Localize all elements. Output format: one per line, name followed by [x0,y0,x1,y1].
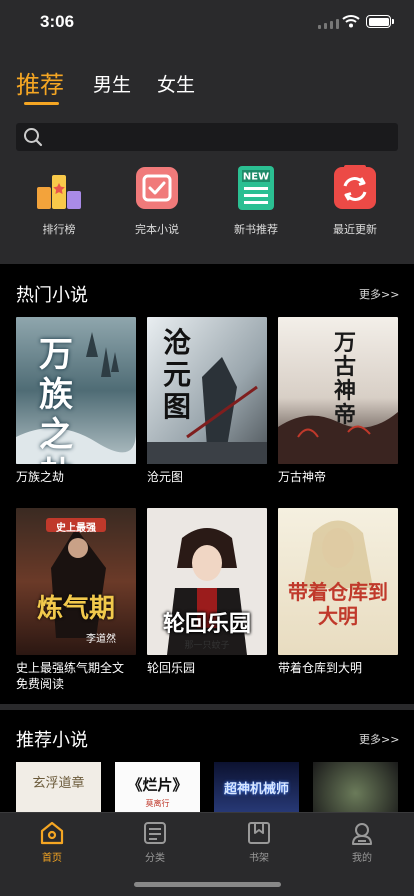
book-title-line1: 史上最强练气期全文 [16,661,125,675]
home-icon [40,821,64,845]
hot-section-title: 热门小说 [16,285,88,306]
profile-icon [352,823,372,845]
cover-title-text: 带着仓库到大明 [288,580,388,628]
quick-link-label: 完本小说 [135,223,179,236]
recent-update-icon [334,165,376,209]
recommend-section-title: 推荐小说 [16,730,88,751]
cover-title-text: 沧元图 [162,326,191,423]
cover-author-text: 李道然 [86,634,116,645]
cover-banner-text: 史上最强 [56,523,96,534]
cover-title-text: 轮回乐园 [162,611,251,637]
search-icon [24,128,43,147]
recommend-more-link[interactable]: 更多>> [359,731,399,747]
cellular-signal-icon [318,19,339,29]
cover-title-text: 玄浮道章 [32,776,85,791]
book-card[interactable]: 史上最强 炼气期 李道然 史上最强练气期全文 免费阅读 [16,508,136,692]
battery-icon [366,15,394,28]
tab-profile[interactable]: 我的 [327,820,397,864]
quick-link-label: 新书推荐 [234,223,278,236]
quick-link-completed[interactable]: 完本小说 [117,165,197,237]
book-cover[interactable]: 玄浮道章 [16,762,101,814]
search-input[interactable] [16,123,398,151]
cover-title-text: 《烂片》 [127,776,188,794]
book-cover: 沧元图 [147,317,267,464]
section-divider [0,704,414,710]
quick-link-label: 排行榜 [42,223,76,236]
book-card[interactable]: 万族之劫 万族之劫 [16,317,136,485]
book-title: 万古神帝 [278,470,327,484]
new-badge-text: NEW [243,172,269,183]
bookshelf-icon [248,822,270,844]
cover-author-text: 莫离行 [145,799,170,808]
wifi-icon [342,15,360,28]
book-title: 万族之劫 [16,470,65,484]
category-icon [144,822,166,844]
status-time: 3:06 [40,12,75,31]
status-bar: 3:06 [0,0,414,44]
book-cover: 史上最强 炼气期 李道然 [16,508,136,655]
tab-category[interactable]: 分类 [120,820,190,864]
section-divider [0,258,414,264]
cover-title-text: 万族之劫 [39,335,73,464]
tab-label: 书架 [249,853,269,864]
book-cover[interactable] [313,762,398,814]
book-cover: 万族之劫 [16,317,136,464]
book-cover[interactable]: 《烂片》 莫离行 [115,762,200,814]
tab-home[interactable]: 首页 [17,820,87,864]
cover-title-text: 超神机械师 [223,782,289,797]
book-card[interactable]: 沧元图 沧元图 [147,317,267,485]
book-cover[interactable]: 超神机械师 [214,762,299,814]
header-panel: 推荐 男生 女生 排行榜 完本小说 NEW 新书推荐 最近更新 [0,44,414,258]
tab-label: 首页 [42,853,62,864]
book-title-line2: 免费阅读 [16,677,65,691]
book-title: 带着仓库到大明 [278,661,363,675]
tab-active-underline [24,102,59,105]
tab-bookshelf[interactable]: 书架 [224,820,294,864]
hot-more-link[interactable]: 更多>> [359,286,399,302]
book-title: 沧元图 [147,470,184,484]
quick-link-ranking[interactable]: 排行榜 [19,165,99,237]
cover-title-text: 炼气期 [36,594,115,624]
quick-link-recent[interactable]: 最近更新 [315,165,395,237]
tab-female[interactable]: 女生 [157,70,195,97]
new-book-icon: NEW [238,166,274,210]
book-title: 轮回乐园 [147,661,196,675]
book-cover: 万古神帝 [278,317,398,464]
book-card[interactable]: 带着仓库到大明 带着仓库到大明 [278,508,398,676]
home-indicator [134,882,281,887]
book-cover: 轮回乐园 那一只蚊子 [147,508,267,655]
tab-recommend[interactable]: 推荐 [16,65,64,100]
book-cover: 带着仓库到大明 [278,508,398,655]
quick-link-label: 最近更新 [333,223,377,236]
tab-label: 分类 [145,853,165,864]
tab-male[interactable]: 男生 [93,70,131,97]
book-card[interactable]: 轮回乐园 那一只蚊子 轮回乐园 [147,508,267,676]
completed-novels-icon [136,167,178,209]
cover-title-text: 万古神帝 [333,330,356,428]
book-card[interactable]: 万古神帝 万古神帝 [278,317,398,485]
cover-author-text: 那一只蚊子 [184,641,230,651]
tab-label: 我的 [352,853,372,864]
quick-link-new-books[interactable]: NEW 新书推荐 [216,165,296,237]
ranking-icon [37,175,81,209]
